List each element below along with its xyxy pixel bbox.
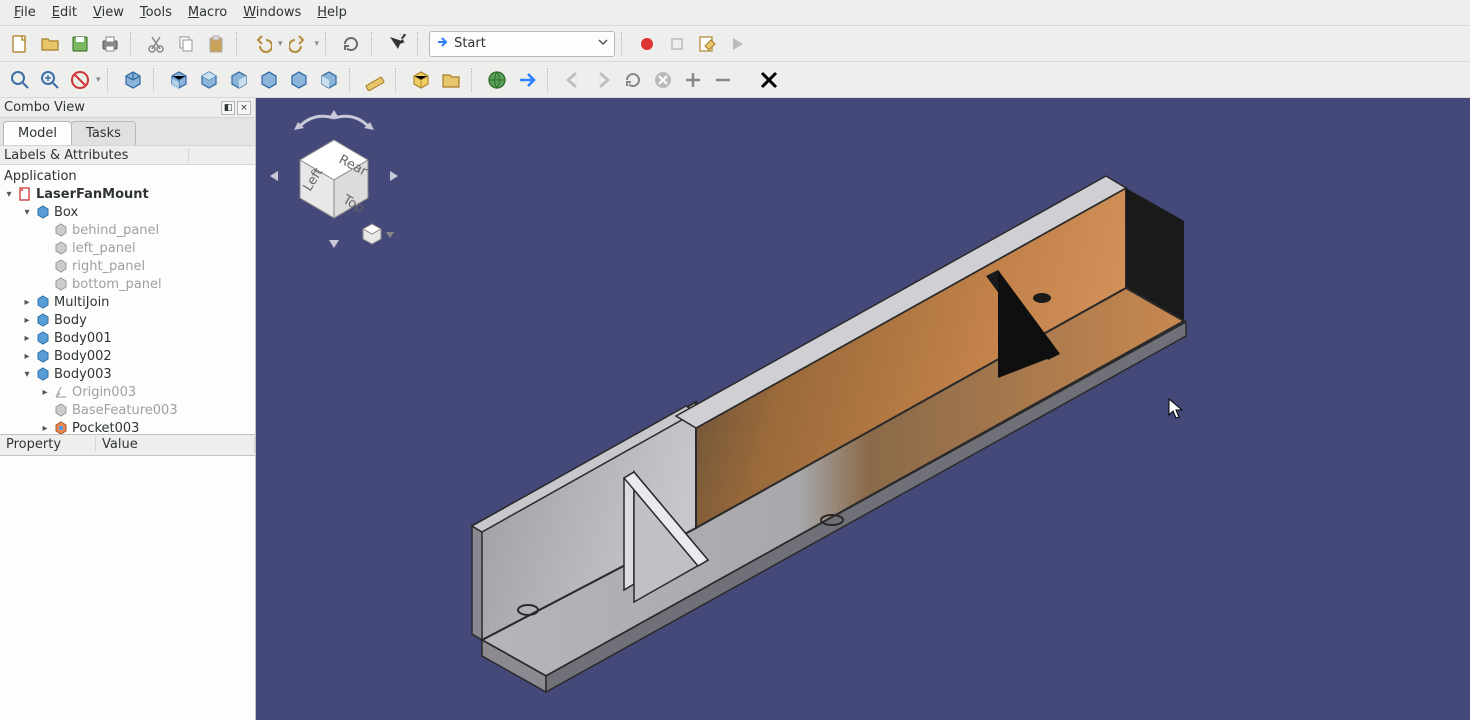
- paste-icon[interactable]: [202, 30, 230, 58]
- chevron-down-icon: [598, 36, 608, 51]
- tree-right-panel[interactable]: ▸ right_panel: [0, 257, 255, 275]
- tab-tasks[interactable]: Tasks: [71, 121, 136, 145]
- whats-this-icon[interactable]: ?: [383, 30, 411, 58]
- nav-back-icon[interactable]: [559, 66, 587, 94]
- refresh-icon[interactable]: [337, 30, 365, 58]
- origin-icon: [54, 385, 68, 399]
- box-icon: [36, 205, 50, 219]
- view-toolbar: ▾: [0, 62, 1470, 98]
- copy-icon[interactable]: [172, 30, 200, 58]
- print-icon[interactable]: [96, 30, 124, 58]
- body-icon: [36, 331, 50, 345]
- main-toolbar: ▾ ▾ ? Start: [0, 26, 1470, 62]
- view-right-icon[interactable]: [225, 66, 253, 94]
- macro-edit-icon[interactable]: [693, 30, 721, 58]
- redo-icon[interactable]: [285, 30, 313, 58]
- body-icon: [36, 313, 50, 327]
- value-col[interactable]: Value: [96, 437, 255, 452]
- tree-origin003[interactable]: ▸ Origin003: [0, 383, 255, 401]
- view-front-icon[interactable]: [165, 66, 193, 94]
- zoom-selection-icon[interactable]: [36, 66, 64, 94]
- model-tree[interactable]: Application ▾ LaserFanMount ▾ Box ▸ behi…: [0, 165, 255, 434]
- menu-file[interactable]: File: [6, 3, 44, 22]
- document-icon: [18, 187, 32, 201]
- combo-view-panel: Combo View ◧ × Model Tasks Labels & Attr…: [0, 98, 256, 720]
- tree-pocket003[interactable]: ▸ Pocket003: [0, 419, 255, 434]
- view-bottom-icon[interactable]: [285, 66, 313, 94]
- tree-body002[interactable]: ▸ Body002: [0, 347, 255, 365]
- panel-icon: [54, 277, 68, 291]
- tree-body[interactable]: ▸ Body: [0, 311, 255, 329]
- tree-basefeature003[interactable]: ▸ BaseFeature003: [0, 401, 255, 419]
- panel-icon: [54, 241, 68, 255]
- close-icon[interactable]: [755, 66, 783, 94]
- view-left-icon[interactable]: [315, 66, 343, 94]
- menu-bar: File Edit View Tools Macro Windows Help: [0, 0, 1470, 26]
- tree-left-panel[interactable]: ▸ left_panel: [0, 239, 255, 257]
- group-icon[interactable]: [437, 66, 465, 94]
- web-home-icon[interactable]: [483, 66, 511, 94]
- tree-bottom-panel[interactable]: ▸ bottom_panel: [0, 275, 255, 293]
- property-header: Property Value: [0, 434, 255, 456]
- panel-close-icon[interactable]: ×: [237, 101, 251, 115]
- macro-stop-icon[interactable]: [663, 30, 691, 58]
- property-col[interactable]: Property: [0, 437, 96, 452]
- macro-record-icon[interactable]: [633, 30, 661, 58]
- multijoin-icon: [36, 295, 50, 309]
- start-arrow-icon: [436, 35, 450, 53]
- panel-icon: [54, 259, 68, 273]
- menu-tools[interactable]: Tools: [132, 3, 180, 22]
- macro-play-icon[interactable]: [723, 30, 751, 58]
- svg-text:?: ?: [399, 34, 407, 46]
- menu-macro[interactable]: Macro: [180, 3, 235, 22]
- nav-reload-icon[interactable]: [619, 66, 647, 94]
- navigation-cube[interactable]: Rear Left Top: [264, 106, 404, 256]
- view-isometric-icon[interactable]: [119, 66, 147, 94]
- tree-document[interactable]: ▾ LaserFanMount: [0, 185, 255, 203]
- property-body: [0, 456, 255, 720]
- undo-icon[interactable]: [248, 30, 276, 58]
- tab-model[interactable]: Model: [3, 121, 72, 145]
- combo-view-title: Combo View: [4, 100, 219, 115]
- cut-icon[interactable]: [142, 30, 170, 58]
- tree-body003[interactable]: ▾ Body003: [0, 365, 255, 383]
- zoom-out-icon[interactable]: [709, 66, 737, 94]
- tree-header: Labels & Attributes: [0, 145, 255, 165]
- new-document-icon[interactable]: [6, 30, 34, 58]
- basefeature-icon: [54, 403, 68, 417]
- tree-box[interactable]: ▾ Box: [0, 203, 255, 221]
- nav-stop-icon[interactable]: [649, 66, 677, 94]
- pocket-icon: [54, 421, 68, 434]
- tree-behind-panel[interactable]: ▸ behind_panel: [0, 221, 255, 239]
- 3d-model-render: [386, 158, 1256, 718]
- tree-body001[interactable]: ▸ Body001: [0, 329, 255, 347]
- body-icon: [36, 349, 50, 363]
- combo-view-titlebar: Combo View ◧ ×: [0, 98, 255, 118]
- zoom-fit-icon[interactable]: [6, 66, 34, 94]
- menu-help[interactable]: Help: [309, 3, 355, 22]
- menu-windows[interactable]: Windows: [235, 3, 309, 22]
- nav-forward-icon[interactable]: [589, 66, 617, 94]
- combo-tabs: Model Tasks: [0, 118, 255, 145]
- tree-application[interactable]: Application: [0, 167, 255, 185]
- view-top-icon[interactable]: [195, 66, 223, 94]
- workbench-selector[interactable]: Start: [429, 31, 615, 57]
- zoom-in-icon[interactable]: [679, 66, 707, 94]
- measure-icon[interactable]: [361, 66, 389, 94]
- menu-view[interactable]: View: [85, 3, 132, 22]
- 3d-viewport[interactable]: Rear Left Top: [256, 98, 1470, 720]
- menu-edit[interactable]: Edit: [44, 3, 85, 22]
- panel-icon: [54, 223, 68, 237]
- save-document-icon[interactable]: [66, 30, 94, 58]
- part-icon[interactable]: [407, 66, 435, 94]
- body-icon: [36, 367, 50, 381]
- web-link-icon[interactable]: [513, 66, 541, 94]
- open-document-icon[interactable]: [36, 30, 64, 58]
- tree-multijoin[interactable]: ▸ MultiJoin: [0, 293, 255, 311]
- draw-style-icon[interactable]: [66, 66, 94, 94]
- workbench-label: Start: [454, 36, 486, 51]
- view-rear-icon[interactable]: [255, 66, 283, 94]
- panel-float-icon[interactable]: ◧: [221, 101, 235, 115]
